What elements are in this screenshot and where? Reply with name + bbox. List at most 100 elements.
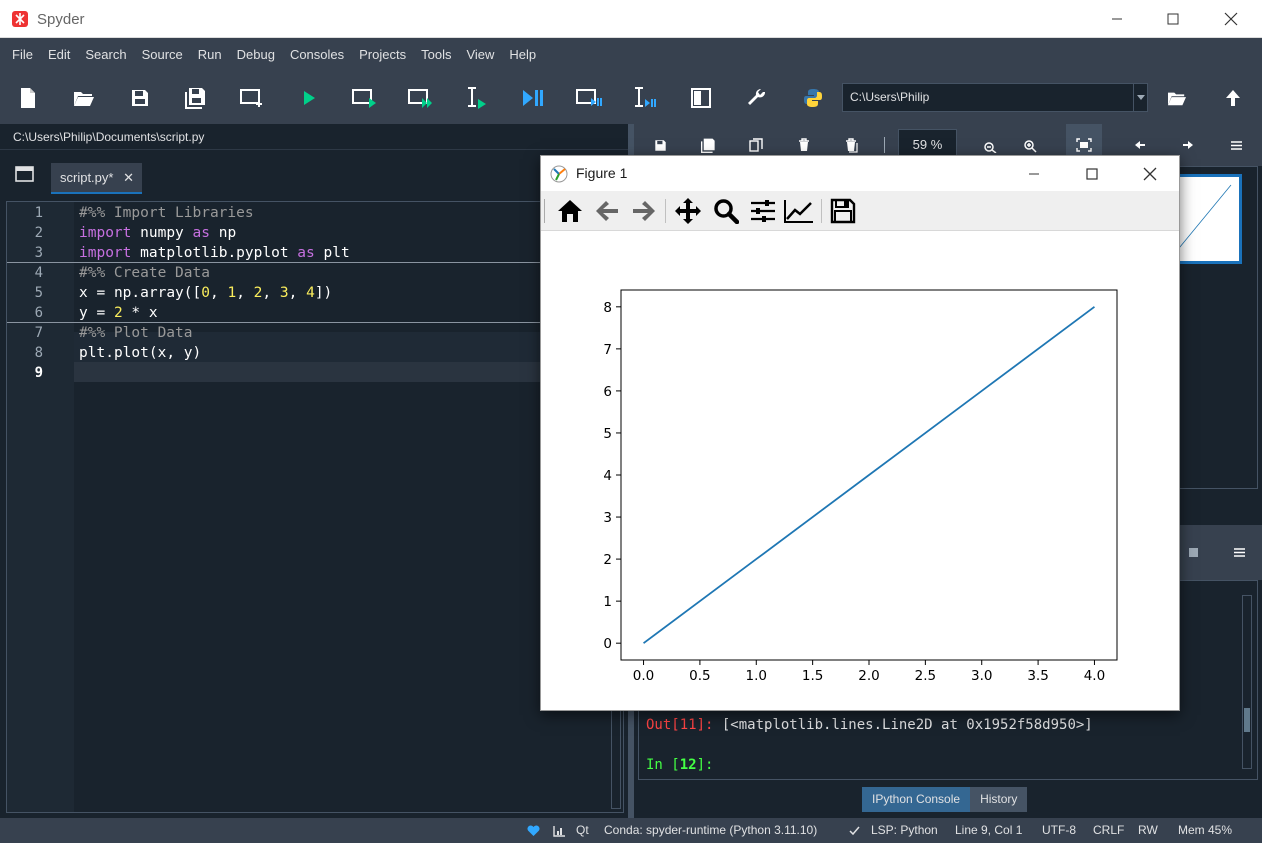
console-scrollbar[interactable] [1242, 595, 1252, 769]
code-token: ( [148, 345, 158, 361]
code-editor[interactable]: 1 2 3 4 5 6 7 8 9 #%% Import Libraries i… [6, 201, 624, 813]
status-bar: Qt Conda: spyder-runtime (Python 3.11.10… [0, 818, 1262, 843]
line-number: 2 [34, 225, 43, 241]
arrow-left-icon [1135, 141, 1145, 149]
console-input-line[interactable]: In [12]: [646, 756, 713, 774]
figure-canvas[interactable]: 0.0 0.5 1.0 1.5 2.0 2.5 3.0 3.5 4.0 0 1 2 3 4 5 6 7 8 [541, 232, 1179, 710]
tab-close-icon[interactable]: ✕ [123, 163, 134, 192]
browse-directory-button[interactable] [1162, 84, 1192, 112]
zoom-button[interactable] [711, 197, 741, 225]
working-directory-combo[interactable]: C:\Users\Philip [842, 83, 1148, 112]
code-token: plt [79, 345, 106, 361]
tab-script-py[interactable]: script.py* ✕ [51, 163, 142, 194]
run-cell-advance-button[interactable] [406, 84, 436, 112]
python-path-button[interactable] [798, 84, 828, 112]
menu-view[interactable]: View [460, 38, 500, 72]
configure-subplots-button[interactable] [748, 197, 778, 225]
x-tick-label: 3.5 [1027, 668, 1048, 684]
code-token: matplotlib [140, 245, 228, 261]
pan-button[interactable] [673, 197, 703, 225]
minimize-button[interactable] [1088, 0, 1146, 38]
debug-file-button[interactable] [518, 84, 548, 112]
code-comment: #%% Import Libraries [79, 205, 254, 221]
heart-icon[interactable] [527, 818, 540, 843]
parent-directory-button[interactable] [1218, 84, 1248, 112]
figure-navigation-toolbar [541, 191, 1179, 231]
interrupt-kernel-button[interactable] [1180, 541, 1206, 563]
run-cell-button[interactable] [350, 84, 380, 112]
status-lsp[interactable]: LSP: Python [871, 818, 938, 843]
new-cell-button[interactable] [238, 84, 268, 112]
preferences-button[interactable] [742, 84, 772, 112]
y-tick-label: 6 [603, 384, 612, 400]
menu-help[interactable]: Help [503, 38, 542, 72]
figure-titlebar: Figure 1 [541, 156, 1179, 191]
menu-run[interactable]: Run [192, 38, 228, 72]
run-cell-icon [352, 89, 376, 108]
figure-minimize-button[interactable] [1005, 156, 1063, 191]
run-selection-button[interactable] [462, 84, 492, 112]
chevron-down-icon[interactable] [1133, 84, 1147, 111]
forward-button[interactable] [629, 197, 659, 225]
code-token: . [105, 345, 114, 361]
console-options-button[interactable] [1226, 541, 1252, 563]
menu-source[interactable]: Source [136, 38, 189, 72]
save-all-button[interactable] [181, 84, 211, 112]
close-button[interactable] [1202, 0, 1260, 38]
line-chart[interactable]: 0.0 0.5 1.0 1.5 2.0 2.5 3.0 3.5 4.0 0 1 2 3 4 5 6 7 8 [541, 232, 1179, 710]
code-number: 4 [306, 285, 315, 301]
code-keyword: import [79, 225, 132, 241]
previous-plot-button[interactable] [1127, 134, 1153, 156]
run-selection-icon [468, 87, 486, 109]
plots-copy-button[interactable] [743, 134, 769, 156]
menu-consoles[interactable]: Consoles [284, 38, 350, 72]
editor-file-path: C:\Users\Philip\Documents\script.py [0, 124, 628, 150]
code-comment: #%% Plot Data [79, 325, 193, 341]
in-prompt-number: 12 [679, 757, 697, 773]
figure-maximize-button[interactable] [1063, 156, 1121, 191]
browse-tabs-icon[interactable] [14, 165, 36, 183]
debug-cell-button[interactable] [574, 84, 604, 112]
tab-ipython-console[interactable]: IPython Console [862, 787, 971, 812]
plots-remove-button[interactable] [791, 134, 817, 156]
home-button[interactable] [555, 197, 585, 225]
matplotlib-figure-window[interactable]: Figure 1 0.0 0.5 1.0 1.5 2.0 2.5 3.0 3.5… [540, 155, 1180, 711]
status-memory: Mem 45% [1178, 823, 1233, 837]
plots-save-all-button[interactable] [695, 134, 721, 156]
maximize-pane-button[interactable] [686, 84, 716, 112]
run-file-button[interactable] [294, 84, 324, 112]
open-file-button[interactable] [69, 84, 99, 112]
zoom-in-button[interactable] [1018, 134, 1044, 156]
plots-save-button[interactable] [647, 134, 673, 156]
plots-remove-all-button[interactable] [839, 134, 865, 156]
new-file-button[interactable] [13, 84, 43, 112]
matplotlib-logo-icon [550, 165, 568, 183]
menu-debug[interactable]: Debug [231, 38, 281, 72]
menu-tools[interactable]: Tools [415, 38, 457, 72]
code-token: x [79, 285, 88, 301]
save-figure-button[interactable] [828, 197, 858, 225]
menu-search[interactable]: Search [79, 38, 132, 72]
tab-history[interactable]: History [970, 787, 1028, 812]
status-conda-env[interactable]: Conda: spyder-runtime (Python 3.11.10) [604, 818, 817, 843]
menu-projects[interactable]: Projects [353, 38, 412, 72]
menu-file[interactable]: File [6, 38, 39, 72]
line-number: 5 [34, 285, 43, 301]
figure-close-button[interactable] [1121, 156, 1179, 191]
debug-selection-button[interactable] [630, 84, 660, 112]
next-plot-button[interactable] [1175, 134, 1201, 156]
edit-axis-button[interactable] [784, 197, 814, 225]
line-chart-icon [784, 200, 813, 223]
in-prompt-suffix: ]: [696, 757, 714, 773]
maximize-button[interactable] [1144, 0, 1202, 38]
plots-options-button[interactable] [1223, 134, 1249, 156]
figure-title: Figure 1 [576, 165, 628, 181]
save-file-button[interactable] [125, 84, 155, 112]
back-button[interactable] [592, 197, 622, 225]
menu-edit[interactable]: Edit [42, 38, 76, 72]
zoom-out-button[interactable] [978, 134, 1004, 156]
scrollbar-handle[interactable] [1244, 708, 1250, 732]
